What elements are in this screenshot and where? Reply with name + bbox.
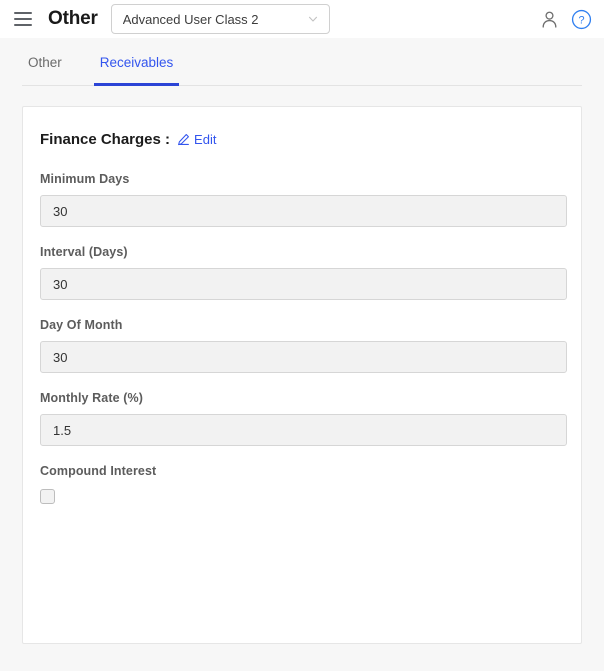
field-interval-days-label: Interval (Days) bbox=[40, 245, 128, 259]
top-app-bar: Other Advanced User Class 2 ? bbox=[0, 0, 604, 38]
app-title: Other bbox=[48, 8, 98, 29]
hamburger-line bbox=[14, 12, 32, 14]
field-minimum-days: Minimum Days 30 bbox=[40, 172, 567, 227]
user-account-icon[interactable] bbox=[539, 9, 560, 30]
tab-bar: Other Receivables bbox=[0, 38, 604, 86]
field-day-of-month: Day Of Month 30 bbox=[40, 318, 567, 373]
content-area: Finance Charges : Edit Minimum Days 30 I… bbox=[0, 86, 604, 644]
field-interval-days-input[interactable]: 30 bbox=[40, 268, 567, 300]
field-monthly-rate-label: Monthly Rate (%) bbox=[40, 391, 143, 405]
field-day-of-month-label: Day Of Month bbox=[40, 318, 123, 332]
field-compound-interest-wrap bbox=[40, 487, 564, 504]
hamburger-line bbox=[14, 24, 32, 26]
chevron-down-icon bbox=[308, 16, 317, 22]
tab-other[interactable]: Other bbox=[22, 38, 68, 86]
hamburger-menu-icon[interactable] bbox=[10, 6, 36, 32]
svg-text:?: ? bbox=[578, 14, 584, 26]
field-compound-interest-label: Compound Interest bbox=[40, 464, 157, 478]
user-class-select[interactable]: Advanced User Class 2 bbox=[110, 4, 330, 34]
help-circle-icon[interactable]: ? bbox=[571, 9, 592, 30]
field-monthly-rate-input[interactable]: 1.5 bbox=[40, 414, 567, 446]
field-day-of-month-input[interactable]: 30 bbox=[40, 341, 567, 373]
field-minimum-days-input[interactable]: 30 bbox=[40, 195, 567, 227]
card-header: Finance Charges : Edit bbox=[40, 131, 564, 148]
field-compound-interest: Compound Interest bbox=[40, 464, 564, 504]
tab-receivables[interactable]: Receivables bbox=[93, 38, 180, 86]
field-minimum-days-label: Minimum Days bbox=[40, 172, 130, 186]
edit-button-label: Edit bbox=[194, 132, 217, 147]
edit-button[interactable]: Edit bbox=[177, 132, 216, 147]
topbar-actions: ? bbox=[539, 9, 592, 30]
page-title: Finance Charges : bbox=[40, 131, 171, 148]
hamburger-line bbox=[14, 18, 32, 20]
compound-interest-checkbox[interactable] bbox=[40, 489, 55, 504]
tab-receivables-label: Receivables bbox=[99, 54, 174, 70]
field-interval-days: Interval (Days) 30 bbox=[40, 245, 567, 300]
user-class-select-value: Advanced User Class 2 bbox=[122, 11, 259, 27]
finance-charges-card: Finance Charges : Edit Minimum Days 30 I… bbox=[22, 106, 582, 644]
tab-other-label: Other bbox=[28, 54, 62, 70]
pencil-edit-icon bbox=[178, 134, 190, 146]
field-monthly-rate: Monthly Rate (%) 1.5 bbox=[40, 391, 567, 446]
